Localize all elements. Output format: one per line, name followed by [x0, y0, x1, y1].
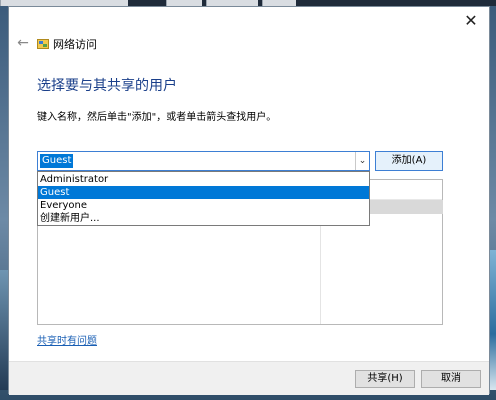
- dropdown-option-administrator[interactable]: Administrator: [38, 173, 369, 186]
- chevron-down-icon[interactable]: ⌄: [355, 152, 369, 170]
- back-arrow-icon[interactable]: ←: [15, 35, 31, 51]
- window-title: 网络访问: [53, 38, 97, 51]
- share-button[interactable]: 共享(H): [355, 370, 415, 388]
- combobox-value[interactable]: Guest: [40, 154, 74, 168]
- sharing-help-link[interactable]: 共享时有问题: [37, 332, 97, 347]
- dialog-footer: 共享(H) 取消: [9, 361, 489, 395]
- user-name-combobox[interactable]: Guest ⌄: [37, 151, 370, 171]
- network-share-icon: [37, 39, 49, 49]
- dropdown-option-guest[interactable]: Guest: [38, 186, 369, 199]
- close-icon[interactable]: ✕: [461, 11, 481, 31]
- user-dropdown-list[interactable]: Administrator Guest Everyone 创建新用户...: [37, 171, 370, 226]
- dropdown-option-create-new-user[interactable]: 创建新用户...: [38, 212, 369, 225]
- network-access-dialog: ✕ ← 网络访问 选择要与其共享的用户 键入名称，然后单击"添加"，或者单击箭头…: [8, 6, 490, 395]
- instruction-text: 键入名称，然后单击"添加"，或者单击箭头查找用户。: [37, 112, 277, 123]
- add-button[interactable]: 添加(A): [375, 151, 443, 171]
- page-title: 选择要与其共享的用户: [37, 78, 177, 94]
- dropdown-option-everyone[interactable]: Everyone: [38, 199, 369, 212]
- cancel-button[interactable]: 取消: [421, 370, 481, 388]
